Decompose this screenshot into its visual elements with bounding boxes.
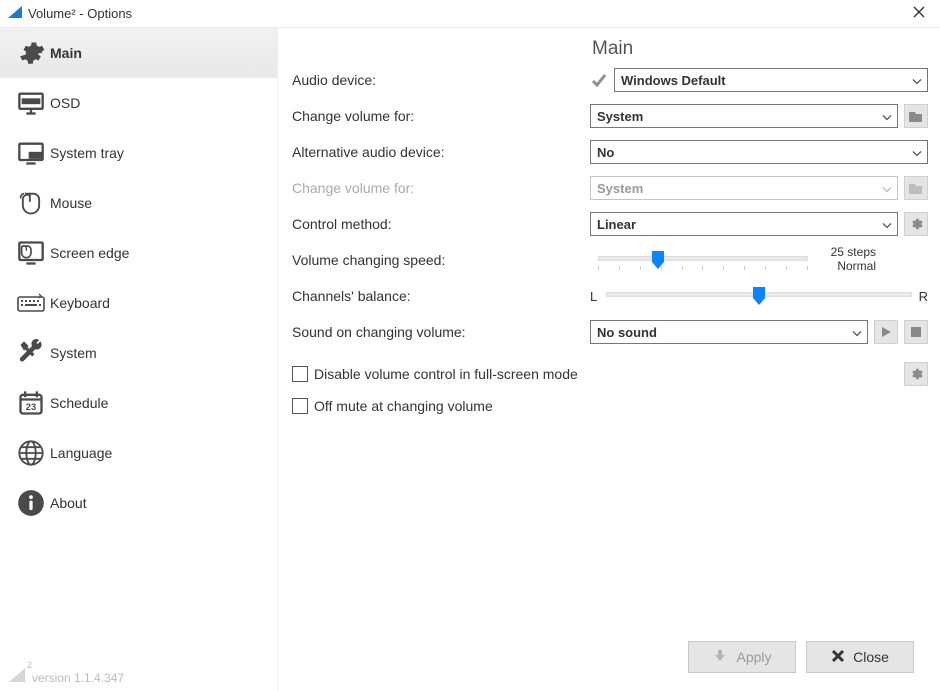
chevron-down-icon — [912, 73, 922, 88]
browse-app-alt-button — [904, 176, 928, 200]
sidebar-item-label: Main — [50, 45, 82, 61]
label-audio-device: Audio device: — [292, 72, 590, 88]
label-change-volume-for: Change volume for: — [292, 108, 590, 124]
label-alt-audio-device: Alternative audio device: — [292, 144, 590, 160]
label-sound-on-change: Sound on changing volume: — [292, 324, 590, 340]
gear-icon — [12, 39, 50, 67]
sound-on-change-select[interactable]: No sound — [590, 320, 868, 344]
close-icon — [831, 649, 845, 666]
keyboard-icon — [12, 293, 50, 313]
change-volume-for-select[interactable]: System — [590, 104, 898, 128]
audio-device-select[interactable]: Windows Default — [614, 68, 928, 92]
chevron-down-icon — [882, 109, 892, 124]
sidebar-item-language[interactable]: Language — [0, 428, 277, 478]
check-icon — [590, 72, 608, 88]
apply-icon — [712, 648, 728, 667]
settings-form: Audio device: Windows Default Change vol… — [292, 62, 928, 422]
screenedge-icon — [12, 239, 50, 267]
sidebar-item-about[interactable]: About — [0, 478, 277, 528]
row-change-volume-for: Change volume for: System — [292, 98, 928, 134]
sidebar-item-label: OSD — [50, 95, 80, 111]
balance-right-label: R — [918, 289, 928, 304]
sidebar-footer: 2 version 1.1.4.347 — [0, 661, 277, 691]
apply-button[interactable]: Apply — [688, 641, 796, 673]
version-text: version 1.1.4.347 — [32, 671, 124, 685]
change-volume-for-alt-select: System — [590, 176, 898, 200]
monitor-icon — [12, 89, 50, 117]
tray-icon — [12, 139, 50, 167]
label-change-volume-for-alt: Change volume for: — [292, 180, 590, 196]
svg-text:23: 23 — [26, 402, 36, 412]
row-disable-fullscreen: Disable volume control in full-screen mo… — [292, 358, 928, 390]
main-heading: Main — [292, 38, 928, 60]
label-channels-balance: Channels' balance: — [292, 288, 590, 304]
sidebar-item-label: Screen edge — [50, 245, 129, 261]
sidebar-item-system[interactable]: System — [0, 328, 277, 378]
chevron-down-icon — [882, 181, 892, 196]
play-sound-button[interactable] — [874, 320, 898, 344]
sidebar: Main OSD System tray Mouse — [0, 28, 278, 691]
info-icon — [12, 489, 50, 517]
label-control-method: Control method: — [292, 216, 590, 232]
sidebar-list: Main OSD System tray Mouse — [0, 28, 277, 661]
app-logo-icon — [8, 6, 22, 21]
sidebar-item-label: System tray — [50, 145, 124, 161]
volume-speed-slider[interactable] — [598, 248, 808, 272]
off-mute-label: Off mute at changing volume — [314, 398, 493, 414]
window-title: Volume² - Options — [28, 6, 906, 21]
main-panel: Main Audio device: Windows Default — [278, 28, 940, 691]
sidebar-item-label: Keyboard — [50, 295, 110, 311]
channels-balance-slider[interactable] — [606, 284, 912, 308]
alt-audio-device-select[interactable]: No — [590, 140, 928, 164]
dialog-footer: Apply Close — [292, 633, 928, 681]
balance-left-label: L — [590, 289, 600, 304]
sidebar-item-label: About — [50, 495, 87, 511]
calendar-icon: 23 — [12, 389, 50, 417]
chevron-down-icon — [882, 217, 892, 232]
chevron-down-icon — [912, 145, 922, 160]
window-close-button[interactable] — [906, 5, 932, 23]
sidebar-item-label: Schedule — [50, 395, 108, 411]
browse-app-button[interactable] — [904, 104, 928, 128]
fullscreen-settings-button[interactable] — [904, 362, 928, 386]
row-change-volume-for-alt: Change volume for: System — [292, 170, 928, 206]
app-logo-small-icon: 2 — [8, 668, 26, 685]
sidebar-item-schedule[interactable]: 23 Schedule — [0, 378, 277, 428]
off-mute-checkbox[interactable] — [292, 398, 308, 414]
control-method-settings-button[interactable] — [904, 212, 928, 236]
row-channels-balance: Channels' balance: L R — [292, 278, 928, 314]
sidebar-item-screen-edge[interactable]: Screen edge — [0, 228, 277, 278]
sidebar-item-main[interactable]: Main — [0, 28, 277, 78]
label-volume-speed: Volume changing speed: — [292, 252, 590, 268]
row-alt-audio-device: Alternative audio device: No — [292, 134, 928, 170]
sidebar-item-label: Mouse — [50, 195, 92, 211]
body: Main OSD System tray Mouse — [0, 28, 940, 691]
close-button[interactable]: Close — [806, 641, 914, 673]
titlebar: Volume² - Options — [0, 0, 940, 28]
sidebar-item-mouse[interactable]: Mouse — [0, 178, 277, 228]
sidebar-item-system-tray[interactable]: System tray — [0, 128, 277, 178]
stop-sound-button[interactable] — [904, 320, 928, 344]
volume-speed-readout: 25 steps Normal — [818, 246, 876, 274]
slider-thumb[interactable] — [651, 250, 665, 270]
disable-fullscreen-checkbox[interactable] — [292, 366, 308, 382]
control-method-select[interactable]: Linear — [590, 212, 898, 236]
chevron-down-icon — [852, 325, 862, 340]
row-control-method: Control method: Linear — [292, 206, 928, 242]
tools-icon — [12, 339, 50, 367]
sidebar-item-osd[interactable]: OSD — [0, 78, 277, 128]
row-volume-speed: Volume changing speed: 25 steps Norm — [292, 242, 928, 278]
globe-icon — [12, 439, 50, 467]
mouse-icon — [12, 189, 50, 217]
slider-thumb[interactable] — [752, 286, 766, 306]
row-off-mute: Off mute at changing volume — [292, 390, 928, 422]
row-sound-on-change: Sound on changing volume: No sound — [292, 314, 928, 350]
sidebar-item-label: Language — [50, 445, 112, 461]
sidebar-item-keyboard[interactable]: Keyboard — [0, 278, 277, 328]
disable-fullscreen-label: Disable volume control in full-screen mo… — [314, 366, 578, 382]
sidebar-item-label: System — [50, 345, 97, 361]
row-audio-device: Audio device: Windows Default — [292, 62, 928, 98]
